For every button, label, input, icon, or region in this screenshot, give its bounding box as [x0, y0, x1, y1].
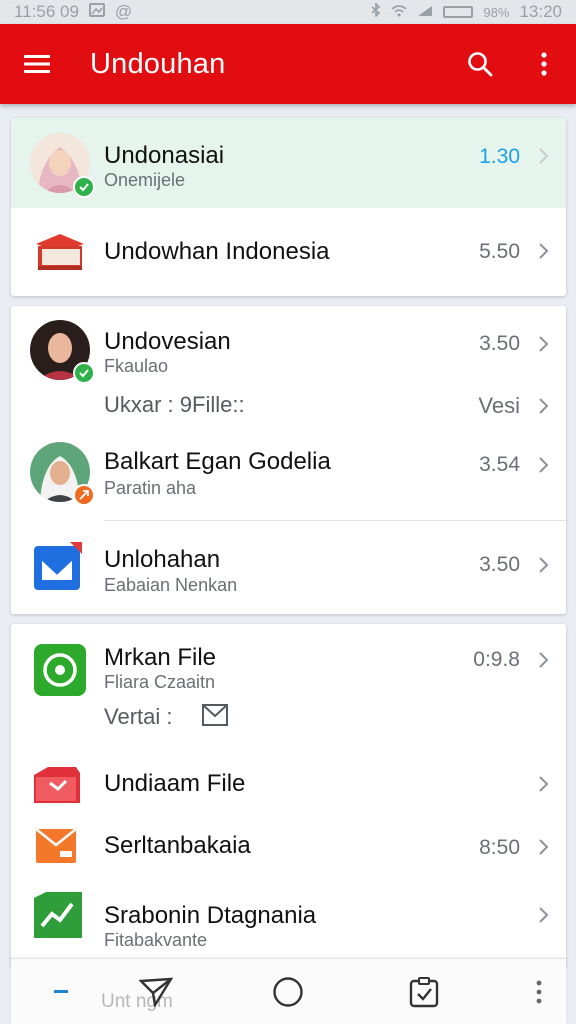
chevron-right-icon	[539, 839, 549, 855]
hamburger-icon	[24, 55, 50, 73]
card-3: Mrkan File Fliara Czaaitn 0:9.8 Vertai :…	[11, 624, 566, 968]
image-notification-icon	[88, 2, 105, 22]
check-icon	[79, 183, 89, 192]
list-item[interactable]: Srabonin Dtagnania Fitabakvante	[11, 876, 566, 968]
item-detail: Ukxar : 9Fille::	[104, 392, 245, 417]
orange-mail-icon	[30, 821, 90, 871]
item-subtitle: Fkaulao	[104, 356, 169, 376]
list-item[interactable]: Unlohahan Eabaian Nenkan 3.50	[11, 521, 566, 614]
minus-icon	[54, 990, 68, 993]
list-item[interactable]: Balkart Egan Godelia Paratin aha 3.54	[11, 438, 566, 520]
item-title: Serltanbakaia	[104, 832, 251, 859]
at-notification-icon: @	[114, 2, 133, 21]
list-item[interactable]: Serltanbakaia 8:50	[11, 816, 566, 876]
bottom-nav-bar: Unt ngm	[11, 958, 566, 1024]
graduation-book-icon	[30, 222, 90, 282]
red-folder-icon	[30, 761, 90, 811]
status-time-right: 13:20	[519, 2, 562, 21]
search-icon	[468, 52, 493, 77]
circle-icon	[273, 977, 303, 1007]
chevron-right-icon	[539, 907, 549, 923]
item-subtitle: Fliara Czaaitn	[104, 672, 216, 692]
list-item[interactable]: Mrkan File Fliara Czaaitn 0:9.8 Vertai :	[11, 624, 566, 756]
search-button[interactable]	[448, 24, 512, 104]
nav-circle-button[interactable]	[255, 959, 321, 1024]
send-icon	[139, 977, 173, 1007]
nav-more-button[interactable]	[516, 959, 562, 1024]
item-detail: Vertai :	[104, 704, 173, 729]
check-icon	[79, 369, 89, 378]
item-title: Undovesian	[104, 328, 231, 355]
status-time-left: 11:56 09	[14, 2, 79, 21]
item-subtitle: Paratin aha	[104, 478, 197, 498]
item-subtitle: Eabaian Nenkan	[104, 575, 238, 595]
item-title: Srabonin Dtagnania	[104, 902, 317, 929]
card-1: Undonasiai Onemijele 1.30 Undowhan Indon…	[11, 118, 566, 296]
item-value: 1.30	[479, 145, 520, 168]
item-value: 3.50	[479, 553, 520, 576]
chevron-right-icon	[539, 148, 549, 164]
nav-home-button[interactable]	[31, 959, 91, 1024]
item-title: Mrkan File	[104, 644, 217, 671]
battery-icon	[443, 6, 474, 18]
item-value: 5.50	[479, 240, 520, 263]
overflow-menu-button[interactable]	[512, 24, 576, 104]
status-badge	[73, 362, 95, 384]
item-title: Undiaam File	[104, 770, 246, 797]
chevron-right-icon	[539, 336, 549, 352]
list-item[interactable]: Undiaam File	[11, 756, 566, 816]
list-item[interactable]: Undowhan Indonesia 5.50	[11, 208, 566, 296]
item-title: Undowhan Indonesia	[104, 238, 330, 265]
card-2: Undovesian Fkaulao 3.50 Ukxar : 9Fille::…	[11, 306, 566, 614]
clipboard-check-icon	[409, 977, 439, 1008]
chevron-right-icon	[539, 652, 549, 668]
whatsapp-icon	[30, 640, 90, 700]
item-value: 8:50	[479, 836, 520, 859]
menu-button[interactable]	[0, 24, 74, 104]
item-value: 3.54	[479, 453, 520, 476]
item-subtitle: Fitabakvante	[104, 930, 208, 950]
online-badge	[73, 176, 95, 198]
battery-percent: 98%	[483, 4, 510, 20]
green-chart-icon	[30, 888, 90, 944]
chevron-right-icon	[539, 776, 549, 792]
page-title: Undouhan	[90, 47, 226, 80]
item-subtitle: Onemijele	[104, 170, 186, 190]
item-value: 3.50	[479, 332, 520, 355]
chevron-right-icon	[539, 457, 549, 473]
list-item[interactable]: Undovesian Fkaulao 3.50 Ukxar : 9Fille::…	[11, 306, 566, 438]
chevron-right-icon	[539, 398, 549, 414]
item-title: Balkart Egan Godelia	[104, 448, 331, 475]
item-title: Unlohahan	[104, 546, 221, 573]
bluetooth-icon	[371, 2, 381, 22]
app-bar: Undouhan	[0, 24, 576, 104]
status-bar: 11:56 09 @ 98% 13:20	[0, 0, 576, 24]
more-vert-icon	[541, 52, 547, 76]
list-item[interactable]: Undonasiai Onemijele 1.30	[11, 118, 566, 208]
envelope-icon	[202, 704, 228, 726]
nav-send-button[interactable]	[121, 959, 191, 1024]
wifi-icon	[391, 2, 407, 22]
item-detail-value: Vesi	[478, 393, 520, 418]
chevron-right-icon	[539, 243, 549, 259]
nav-tasks-button[interactable]	[391, 959, 457, 1024]
mail-icon	[30, 538, 90, 598]
signal-icon	[417, 2, 433, 22]
item-title: Undonasiai	[104, 142, 225, 169]
status-badge	[73, 484, 95, 506]
arrow-icon	[79, 490, 89, 500]
chevron-right-icon	[539, 557, 549, 573]
item-value: 0:9.8	[473, 648, 520, 671]
more-vert-icon	[536, 980, 542, 1004]
